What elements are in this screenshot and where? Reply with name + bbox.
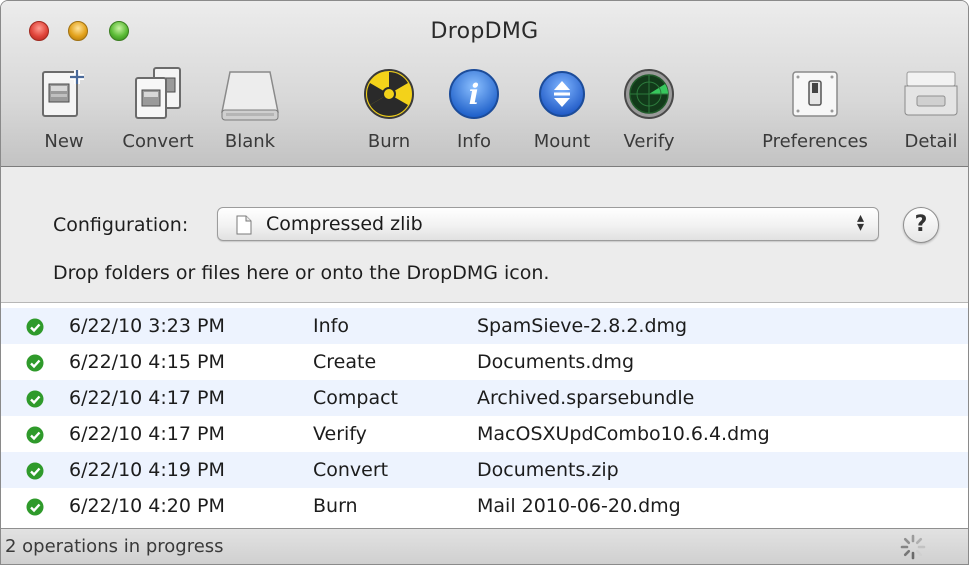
toolbar-new-label: New [44, 131, 84, 152]
operations-log[interactable]: 6/22/10 3:23 PM Info SpamSieve-2.8.2.dmg… [1, 302, 968, 529]
configuration-label: Configuration: [53, 214, 189, 236]
checkmark-icon [26, 390, 44, 408]
status-bar: 2 operations in progress [1, 528, 968, 564]
row-action: Info [313, 315, 349, 337]
row-date: 6/22/10 4:17 PM [69, 423, 225, 445]
row-date: 6/22/10 4:20 PM [69, 495, 225, 517]
configuration-select[interactable]: Compressed zlib ▴ ▾ [217, 207, 879, 241]
toolbar-burn-button[interactable]: Burn [357, 61, 421, 152]
switch-preferences-icon [783, 61, 847, 127]
svg-text:i: i [469, 78, 480, 111]
radar-verify-icon [617, 61, 681, 127]
checkmark-icon [26, 498, 44, 516]
row-file: SpamSieve-2.8.2.dmg [477, 315, 688, 337]
detail-tray-icon [899, 61, 963, 127]
toolbar-mount-button[interactable]: Mount [525, 61, 599, 152]
row-action: Create [313, 351, 377, 373]
row-action: Verify [313, 423, 367, 445]
row-action: Convert [313, 459, 389, 481]
checkmark-icon [26, 318, 44, 336]
toolbar-blank-button[interactable]: Blank [215, 61, 285, 152]
row-action: Compact [313, 387, 398, 409]
row-date: 6/22/10 4:15 PM [69, 351, 225, 373]
status-text: 2 operations in progress [5, 536, 224, 557]
row-file: Documents.zip [477, 459, 619, 481]
drop-hint: Drop folders or files here or onto the D… [53, 262, 550, 284]
table-row[interactable]: 6/22/10 4:15 PM Create Documents.dmg [1, 344, 968, 380]
blank-drive-icon [218, 61, 282, 127]
row-file: MacOSXUpdCombo10.6.4.dmg [477, 423, 770, 445]
toolbar-info-button[interactable]: i Info [441, 61, 507, 152]
row-action: Burn [313, 495, 358, 517]
toolbar-new-button[interactable]: New [33, 61, 95, 152]
checkmark-icon [26, 462, 44, 480]
info-icon: i [442, 61, 506, 127]
checkmark-icon [26, 426, 44, 444]
toolbar-preferences-label: Preferences [762, 131, 868, 152]
toolbar: DropDMG New Convert Blank Burn i Info Mo… [1, 1, 968, 167]
help-button[interactable]: ? [903, 207, 939, 243]
progress-spinner-icon [900, 534, 926, 560]
toolbar-verify-label: Verify [623, 131, 675, 152]
row-file: Documents.dmg [477, 351, 635, 373]
table-row[interactable]: 6/22/10 3:23 PM Info SpamSieve-2.8.2.dmg [1, 308, 968, 344]
toolbar-convert-label: Convert [122, 131, 194, 152]
new-disk-icon [33, 61, 97, 127]
radiation-burn-icon [357, 61, 421, 127]
dropdmg-window: DropDMG New Convert Blank Burn i Info Mo… [0, 0, 969, 565]
window-title: DropDMG [430, 19, 539, 44]
mount-icon [530, 61, 594, 127]
row-date: 6/22/10 4:17 PM [69, 387, 225, 409]
toolbar-verify-button[interactable]: Verify [613, 61, 685, 152]
table-row[interactable]: 6/22/10 4:17 PM Verify MacOSXUpdCombo10.… [1, 416, 968, 452]
toolbar-detail-button[interactable]: Detail [896, 61, 966, 152]
convert-icon [126, 61, 190, 127]
table-row[interactable]: 6/22/10 4:17 PM Compact Archived.sparseb… [1, 380, 968, 416]
checkmark-icon [26, 354, 44, 372]
toolbar-mount-label: Mount [533, 131, 591, 152]
select-arrows-icon: ▴ ▾ [856, 210, 864, 235]
toolbar-burn-label: Burn [367, 131, 411, 152]
document-icon [236, 215, 252, 239]
table-row[interactable]: 6/22/10 4:19 PM Convert Documents.zip [1, 452, 968, 488]
row-file: Mail 2010-06-20.dmg [477, 495, 681, 517]
toolbar-info-label: Info [456, 131, 492, 152]
table-row[interactable]: 6/22/10 4:20 PM Burn Mail 2010-06-20.dmg [1, 488, 968, 524]
toolbar-convert-button[interactable]: Convert [115, 61, 201, 152]
row-date: 6/22/10 3:23 PM [69, 315, 225, 337]
row-file: Archived.sparsebundle [477, 387, 695, 409]
toolbar-preferences-button[interactable]: Preferences [751, 61, 879, 152]
toolbar-detail-label: Detail [904, 131, 958, 152]
row-date: 6/22/10 4:19 PM [69, 459, 225, 481]
toolbar-blank-label: Blank [224, 131, 276, 152]
configuration-value: Compressed zlib [266, 213, 423, 235]
